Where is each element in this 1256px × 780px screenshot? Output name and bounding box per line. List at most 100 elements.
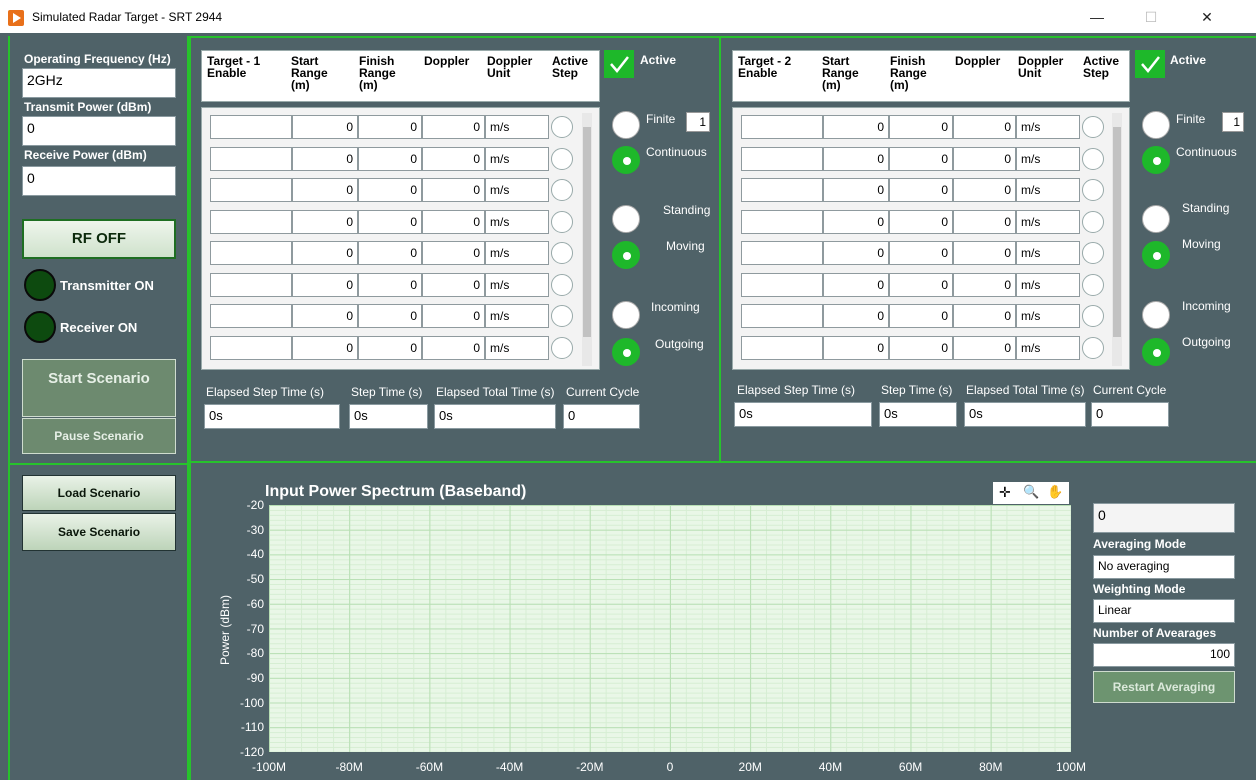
target1-unit-cell[interactable]: m/s [485, 304, 549, 328]
target2-finish-cell[interactable]: 0 [889, 336, 953, 360]
target2-start-cell[interactable]: 0 [823, 241, 889, 265]
target1-moving-radio[interactable] [612, 241, 640, 269]
target1-enable-cell[interactable] [210, 178, 292, 202]
target2-doppler-cell[interactable]: 0 [953, 241, 1016, 265]
spectrum-plot[interactable] [269, 505, 1071, 752]
restart-averaging-button[interactable]: Restart Averaging [1093, 671, 1235, 703]
target2-active-checkbox[interactable] [1135, 50, 1165, 78]
target1-active-step-radio[interactable] [551, 274, 573, 296]
target1-doppler-cell[interactable]: 0 [422, 115, 485, 139]
target1-doppler-cell[interactable]: 0 [422, 178, 485, 202]
target1-active-step-radio[interactable] [551, 116, 573, 138]
target2-start-cell[interactable]: 0 [823, 147, 889, 171]
target1-doppler-cell[interactable]: 0 [422, 241, 485, 265]
target1-enable-cell[interactable] [210, 304, 292, 328]
target1-finish-cell[interactable]: 0 [358, 241, 422, 265]
target1-active-step-radio[interactable] [551, 211, 573, 233]
spectrum-value-field[interactable]: 0 [1093, 503, 1235, 533]
target2-finish-cell[interactable]: 0 [889, 115, 953, 139]
target1-outgoing-radio[interactable] [612, 338, 640, 366]
target2-enable-cell[interactable] [741, 273, 823, 297]
target2-active-step-radio[interactable] [1082, 116, 1104, 138]
cursor-icon[interactable]: ✛ [999, 484, 1011, 501]
target2-step-field[interactable]: 0s [879, 402, 957, 427]
target2-elapsed-step-field[interactable]: 0s [734, 402, 872, 427]
rf-off-button[interactable]: RF OFF [22, 219, 176, 259]
target1-unit-cell[interactable]: m/s [485, 273, 549, 297]
target2-enable-cell[interactable] [741, 115, 823, 139]
load-scenario-button[interactable]: Load Scenario [22, 475, 176, 511]
target1-enable-cell[interactable] [210, 336, 292, 360]
weighting-mode-select[interactable]: Linear [1093, 599, 1235, 623]
target2-finite-radio[interactable] [1142, 111, 1170, 139]
target2-unit-cell[interactable]: m/s [1016, 178, 1080, 202]
target2-enable-cell[interactable] [741, 241, 823, 265]
target2-unit-cell[interactable]: m/s [1016, 304, 1080, 328]
target2-enable-cell[interactable] [741, 178, 823, 202]
target2-scrollbar[interactable] [1112, 113, 1122, 366]
zoom-icon[interactable]: 🔍 [1023, 484, 1039, 500]
target1-start-cell[interactable]: 0 [292, 178, 358, 202]
target2-start-cell[interactable]: 0 [823, 115, 889, 139]
maximize-button[interactable]: ☐ [1128, 4, 1174, 30]
target1-finish-cell[interactable]: 0 [358, 336, 422, 360]
target2-finish-cell[interactable]: 0 [889, 178, 953, 202]
target1-doppler-cell[interactable]: 0 [422, 336, 485, 360]
target2-enable-cell[interactable] [741, 210, 823, 234]
target2-start-cell[interactable]: 0 [823, 178, 889, 202]
target1-continuous-radio[interactable] [612, 146, 640, 174]
target1-unit-cell[interactable]: m/s [485, 147, 549, 171]
target2-unit-cell[interactable]: m/s [1016, 147, 1080, 171]
target1-finite-radio[interactable] [612, 111, 640, 139]
target1-step-field[interactable]: 0s [349, 404, 428, 429]
target1-scroll-thumb[interactable] [583, 127, 591, 337]
target1-active-step-radio[interactable] [551, 242, 573, 264]
target1-finish-cell[interactable]: 0 [358, 178, 422, 202]
target1-enable-cell[interactable] [210, 273, 292, 297]
target1-doppler-cell[interactable]: 0 [422, 147, 485, 171]
target2-finish-cell[interactable]: 0 [889, 273, 953, 297]
target1-unit-cell[interactable]: m/s [485, 178, 549, 202]
target1-cycle-field[interactable]: 0 [563, 404, 640, 429]
target2-standing-radio[interactable] [1142, 205, 1170, 233]
target1-unit-cell[interactable]: m/s [485, 336, 549, 360]
save-scenario-button[interactable]: Save Scenario [22, 513, 176, 551]
target2-active-step-radio[interactable] [1082, 274, 1104, 296]
receive-power-field[interactable]: 0 [22, 166, 176, 196]
target2-active-step-radio[interactable] [1082, 211, 1104, 233]
target1-scrollbar[interactable] [582, 113, 592, 366]
target2-start-cell[interactable]: 0 [823, 304, 889, 328]
target2-finish-cell[interactable]: 0 [889, 304, 953, 328]
target1-active-checkbox[interactable] [604, 50, 634, 78]
target1-active-step-radio[interactable] [551, 179, 573, 201]
target2-moving-radio[interactable] [1142, 241, 1170, 269]
target2-active-step-radio[interactable] [1082, 179, 1104, 201]
pause-scenario-button[interactable]: Pause Scenario [22, 418, 176, 454]
target2-outgoing-radio[interactable] [1142, 338, 1170, 366]
target1-incoming-radio[interactable] [612, 301, 640, 329]
target2-elapsed-total-field[interactable]: 0s [964, 402, 1086, 427]
target2-unit-cell[interactable]: m/s [1016, 210, 1080, 234]
target1-start-cell[interactable]: 0 [292, 115, 358, 139]
target2-active-step-radio[interactable] [1082, 305, 1104, 327]
target1-start-cell[interactable]: 0 [292, 273, 358, 297]
target1-standing-radio[interactable] [612, 205, 640, 233]
target1-enable-cell[interactable] [210, 115, 292, 139]
close-button[interactable]: ✕ [1184, 4, 1230, 30]
target1-enable-cell[interactable] [210, 147, 292, 171]
target2-enable-cell[interactable] [741, 304, 823, 328]
target1-active-step-radio[interactable] [551, 337, 573, 359]
target2-unit-cell[interactable]: m/s [1016, 336, 1080, 360]
target1-finish-cell[interactable]: 0 [358, 304, 422, 328]
averaging-mode-select[interactable]: No averaging [1093, 555, 1235, 579]
target2-doppler-cell[interactable]: 0 [953, 210, 1016, 234]
target2-finish-cell[interactable]: 0 [889, 210, 953, 234]
target2-scroll-thumb[interactable] [1113, 127, 1121, 337]
target2-unit-cell[interactable]: m/s [1016, 115, 1080, 139]
target1-unit-cell[interactable]: m/s [485, 115, 549, 139]
target1-start-cell[interactable]: 0 [292, 241, 358, 265]
target2-enable-cell[interactable] [741, 336, 823, 360]
target1-active-step-radio[interactable] [551, 305, 573, 327]
target1-enable-cell[interactable] [210, 210, 292, 234]
target2-unit-cell[interactable]: m/s [1016, 241, 1080, 265]
